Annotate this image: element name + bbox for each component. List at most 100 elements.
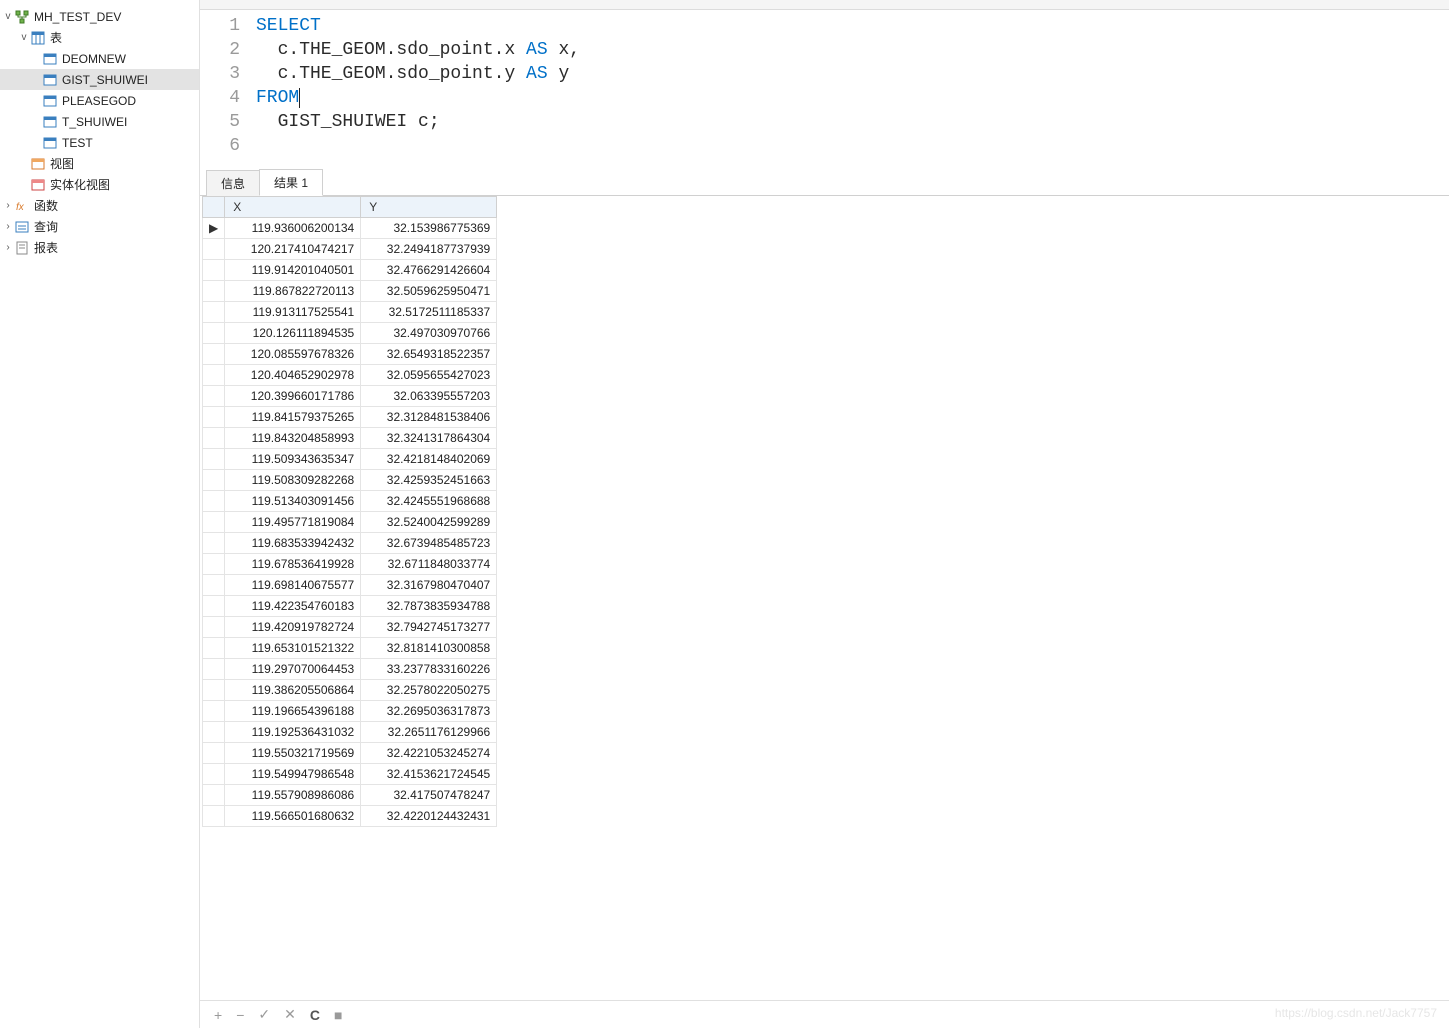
- table-row[interactable]: 119.38620550686432.2578022050275: [203, 680, 497, 701]
- sql-editor[interactable]: 1SELECT 2 c.THE_GEOM.sdo_point.x AS x, 3…: [200, 10, 1449, 168]
- cell[interactable]: 32.4245551968688: [361, 491, 497, 512]
- cell[interactable]: 32.3167980470407: [361, 575, 497, 596]
- cell[interactable]: 33.2377833160226: [361, 659, 497, 680]
- cell[interactable]: 119.683533942432: [225, 533, 361, 554]
- expander-icon[interactable]: v: [18, 32, 30, 43]
- table-row[interactable]: 119.50830928226832.4259352451663: [203, 470, 497, 491]
- tree-reports-node[interactable]: › 报表: [0, 237, 199, 258]
- tree-table-test[interactable]: TEST: [0, 132, 199, 153]
- cell[interactable]: 119.192536431032: [225, 722, 361, 743]
- tab-info[interactable]: 信息: [206, 170, 260, 196]
- refresh-button[interactable]: C: [310, 1007, 320, 1023]
- table-row[interactable]: 119.65310152132232.8181410300858: [203, 638, 497, 659]
- cell[interactable]: 32.5172511185337: [361, 302, 497, 323]
- cell[interactable]: 119.550321719569: [225, 743, 361, 764]
- cell[interactable]: 32.5059625950471: [361, 281, 497, 302]
- cell[interactable]: 32.2651176129966: [361, 722, 497, 743]
- cell[interactable]: 120.126111894535: [225, 323, 361, 344]
- tree-matviews-node[interactable]: 实体化视图: [0, 174, 199, 195]
- cell[interactable]: 32.4220124432431: [361, 806, 497, 827]
- cell[interactable]: 32.2695036317873: [361, 701, 497, 722]
- cell[interactable]: 32.3241317864304: [361, 428, 497, 449]
- table-row[interactable]: 119.67853641992832.6711848033774: [203, 554, 497, 575]
- table-row[interactable]: ▶119.93600620013432.153986775369: [203, 218, 497, 239]
- table-row[interactable]: 119.42235476018332.7873835934788: [203, 596, 497, 617]
- cell[interactable]: 32.6711848033774: [361, 554, 497, 575]
- tree-table-t-shuiwei[interactable]: T_SHUIWEI: [0, 111, 199, 132]
- table-row[interactable]: 119.54994798654832.4153621724545: [203, 764, 497, 785]
- cell[interactable]: 119.495771819084: [225, 512, 361, 533]
- cell[interactable]: 32.153986775369: [361, 218, 497, 239]
- cell[interactable]: 32.6739485485723: [361, 533, 497, 554]
- cell[interactable]: 119.297070064453: [225, 659, 361, 680]
- cell[interactable]: 119.678536419928: [225, 554, 361, 575]
- cell[interactable]: 120.404652902978: [225, 365, 361, 386]
- table-row[interactable]: 119.84320485899332.3241317864304: [203, 428, 497, 449]
- cell[interactable]: 119.386205506864: [225, 680, 361, 701]
- object-tree[interactable]: v MH_TEST_DEV v 表 DEOMNEW GIST_SHUIWEI P…: [0, 0, 200, 1028]
- cell[interactable]: 119.196654396188: [225, 701, 361, 722]
- cell[interactable]: 32.0595655427023: [361, 365, 497, 386]
- cell[interactable]: 32.5240042599289: [361, 512, 497, 533]
- cell[interactable]: 119.509343635347: [225, 449, 361, 470]
- tree-table-pleasegod[interactable]: PLEASEGOD: [0, 90, 199, 111]
- cell[interactable]: 119.422354760183: [225, 596, 361, 617]
- cell[interactable]: 32.2578022050275: [361, 680, 497, 701]
- cell[interactable]: 32.2494187737939: [361, 239, 497, 260]
- add-row-button[interactable]: +: [214, 1007, 222, 1023]
- tree-tables-node[interactable]: v 表: [0, 27, 199, 48]
- table-row[interactable]: 119.84157937526532.3128481538406: [203, 407, 497, 428]
- cell[interactable]: 32.4153621724545: [361, 764, 497, 785]
- tree-views-node[interactable]: 视图: [0, 153, 199, 174]
- chevron-right-icon[interactable]: ›: [2, 242, 14, 253]
- column-header-y[interactable]: Y: [361, 197, 497, 218]
- cell[interactable]: 119.698140675577: [225, 575, 361, 596]
- cell[interactable]: 119.913117525541: [225, 302, 361, 323]
- delete-row-button[interactable]: −: [236, 1007, 244, 1023]
- cell[interactable]: 119.557908986086: [225, 785, 361, 806]
- cell[interactable]: 119.653101521322: [225, 638, 361, 659]
- cell[interactable]: 32.6549318522357: [361, 344, 497, 365]
- cell[interactable]: 119.420919782724: [225, 617, 361, 638]
- stop-button[interactable]: ■: [334, 1007, 342, 1023]
- cell[interactable]: 119.508309282268: [225, 470, 361, 491]
- tab-result-1[interactable]: 结果 1: [259, 169, 323, 196]
- cell[interactable]: 119.914201040501: [225, 260, 361, 281]
- cell[interactable]: 119.513403091456: [225, 491, 361, 512]
- cell[interactable]: 32.7873835934788: [361, 596, 497, 617]
- table-row[interactable]: 120.39966017178632.063395557203: [203, 386, 497, 407]
- table-row[interactable]: 119.91311752554132.5172511185337: [203, 302, 497, 323]
- tree-functions-node[interactable]: › fx 函数: [0, 195, 199, 216]
- table-row[interactable]: 119.86782272011332.5059625950471: [203, 281, 497, 302]
- tree-schema-node[interactable]: v MH_TEST_DEV: [0, 6, 199, 27]
- cell[interactable]: 119.843204858993: [225, 428, 361, 449]
- table-row[interactable]: 119.49577181908432.5240042599289: [203, 512, 497, 533]
- cell[interactable]: 119.566501680632: [225, 806, 361, 827]
- table-row[interactable]: 120.21741047421732.2494187737939: [203, 239, 497, 260]
- table-row[interactable]: 119.19665439618832.2695036317873: [203, 701, 497, 722]
- cell[interactable]: 119.841579375265: [225, 407, 361, 428]
- table-row[interactable]: 119.55032171956932.4221053245274: [203, 743, 497, 764]
- cell[interactable]: 32.063395557203: [361, 386, 497, 407]
- cell[interactable]: 120.085597678326: [225, 344, 361, 365]
- chevron-right-icon[interactable]: ›: [2, 221, 14, 232]
- tree-table-deomnew[interactable]: DEOMNEW: [0, 48, 199, 69]
- cell[interactable]: 32.7942745173277: [361, 617, 497, 638]
- table-row[interactable]: 119.91420104050132.4766291426604: [203, 260, 497, 281]
- result-grid-wrap[interactable]: X Y ▶119.93600620013432.153986775369120.…: [200, 196, 1449, 1000]
- cell[interactable]: 32.4218148402069: [361, 449, 497, 470]
- table-row[interactable]: 120.12611189453532.497030970766: [203, 323, 497, 344]
- cell[interactable]: 32.3128481538406: [361, 407, 497, 428]
- table-row[interactable]: 119.68353394243232.6739485485723: [203, 533, 497, 554]
- result-grid[interactable]: X Y ▶119.93600620013432.153986775369120.…: [202, 196, 497, 827]
- table-row[interactable]: 119.50934363534732.4218148402069: [203, 449, 497, 470]
- column-header-x[interactable]: X: [225, 197, 361, 218]
- table-row[interactable]: 119.42091978272432.7942745173277: [203, 617, 497, 638]
- table-row[interactable]: 119.19253643103232.2651176129966: [203, 722, 497, 743]
- expander-icon[interactable]: v: [2, 11, 14, 22]
- cell[interactable]: 120.217410474217: [225, 239, 361, 260]
- cell[interactable]: 32.4259352451663: [361, 470, 497, 491]
- cell[interactable]: 120.399660171786: [225, 386, 361, 407]
- cell[interactable]: 32.8181410300858: [361, 638, 497, 659]
- cell[interactable]: 32.417507478247: [361, 785, 497, 806]
